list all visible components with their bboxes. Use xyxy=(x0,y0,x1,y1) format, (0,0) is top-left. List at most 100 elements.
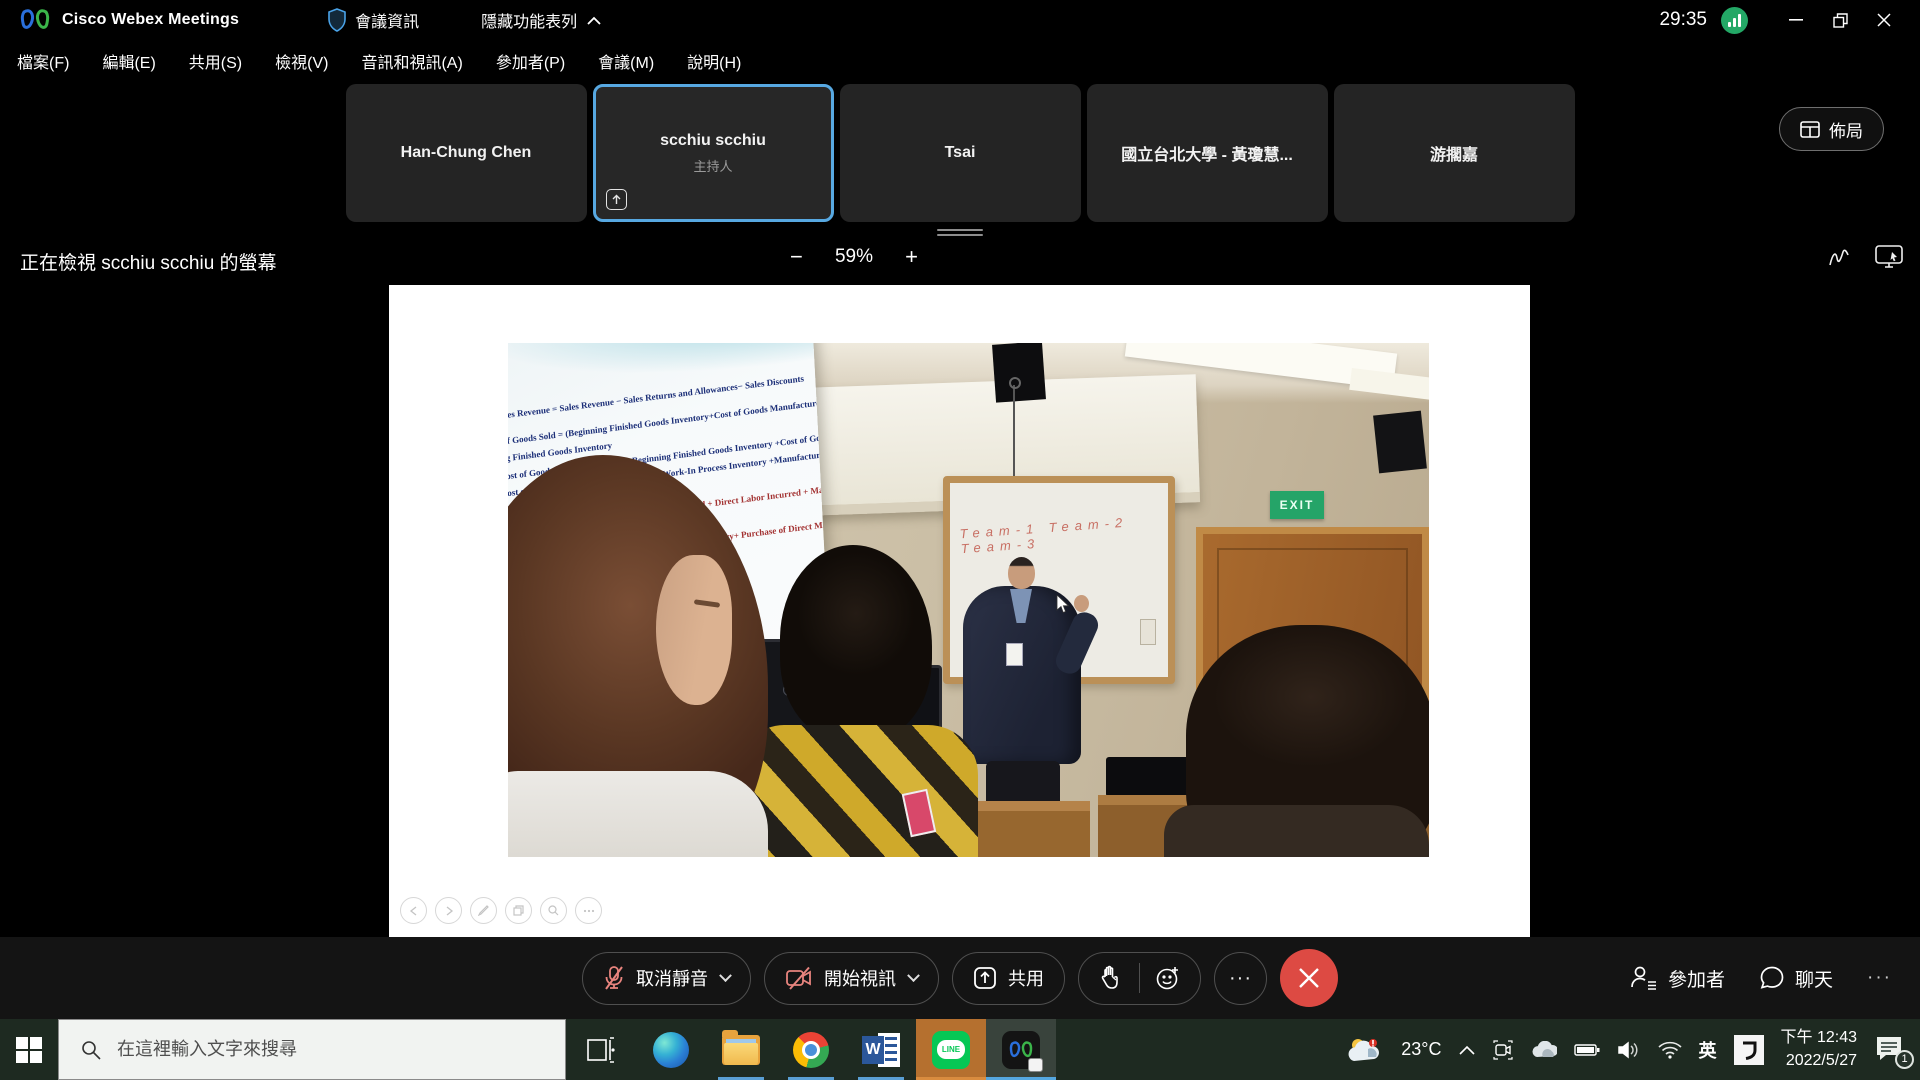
copy-button[interactable] xyxy=(505,897,532,924)
leave-meeting-button[interactable] xyxy=(1280,949,1338,1007)
taskbar-edge[interactable] xyxy=(636,1019,706,1080)
chat-label: 聊天 xyxy=(1795,965,1833,992)
taskbar-webex-active[interactable] xyxy=(986,1019,1056,1080)
search-input[interactable] xyxy=(117,1039,517,1060)
menu-help[interactable]: 說明(H) xyxy=(687,49,741,73)
share-status-row: 正在檢視 scchiu scchiu 的螢幕 − 59% + xyxy=(0,240,1920,282)
taskbar-chrome[interactable] xyxy=(776,1019,846,1080)
chevron-down-icon[interactable] xyxy=(719,969,732,982)
chat-panel-button[interactable]: 聊天 xyxy=(1759,965,1833,992)
menu-view[interactable]: 檢視(V) xyxy=(275,49,328,73)
taskbar-clock[interactable]: 下午 12:43 2022/5/27 xyxy=(1781,1027,1858,1072)
zoom-level[interactable]: 59% xyxy=(835,246,873,268)
participants-panel-button[interactable]: 參加者 xyxy=(1630,965,1725,992)
ime-language-label[interactable]: 英 xyxy=(1699,1037,1717,1063)
start-button[interactable] xyxy=(0,1019,58,1080)
presenter-badge xyxy=(1006,643,1023,666)
wall-switch xyxy=(1140,619,1156,645)
menu-edit[interactable]: 編輯(E) xyxy=(102,49,155,73)
minimize-button[interactable] xyxy=(1774,0,1818,40)
meeting-timer: 29:35 xyxy=(1659,9,1707,31)
weather-icon[interactable] xyxy=(1346,1035,1384,1065)
menu-file[interactable]: 檔案(F) xyxy=(17,49,69,73)
zoom-in-button[interactable]: + xyxy=(905,247,918,267)
sharing-indicator-icon xyxy=(606,189,627,210)
chevron-up-icon xyxy=(587,16,601,25)
participant-name: 游擱嘉 xyxy=(1430,141,1478,165)
notification-count-badge: 1 xyxy=(1895,1050,1914,1069)
annotate-icon[interactable] xyxy=(1826,244,1852,270)
audience-person-left-face xyxy=(656,555,732,705)
app-title: Cisco Webex Meetings xyxy=(62,11,239,29)
menu-meeting[interactable]: 會議(M) xyxy=(598,49,654,73)
audience-person-center-hair xyxy=(780,545,932,741)
menu-share[interactable]: 共用(S) xyxy=(189,49,242,73)
battery-icon[interactable] xyxy=(1574,1043,1600,1057)
restore-button[interactable] xyxy=(1818,0,1862,40)
taskbar-line[interactable]: LINE xyxy=(916,1019,986,1080)
system-tray: 23°C 英 xyxy=(1346,1027,1920,1072)
participant-tile[interactable]: Han-Chung Chen xyxy=(346,84,587,222)
speaker-icon[interactable] xyxy=(1617,1041,1641,1059)
audience-person-center-top xyxy=(740,725,978,857)
menu-participant[interactable]: 參加者(P) xyxy=(496,49,565,73)
layout-button[interactable]: 佈局 xyxy=(1779,107,1884,151)
chat-bubble-icon xyxy=(1759,965,1785,991)
webex-logo-icon xyxy=(20,8,50,32)
connection-quality-icon[interactable] xyxy=(1721,7,1748,34)
title-bar: Cisco Webex Meetings 會議資訊 隱藏功能表列 29:35 xyxy=(0,0,1920,40)
ime-mode-icon[interactable] xyxy=(1734,1035,1764,1065)
remote-screen-icon[interactable] xyxy=(1874,244,1904,270)
start-video-button[interactable]: 開始視訊 xyxy=(764,952,939,1005)
participant-tile-presenter[interactable]: scchiu scchiu 主持人 xyxy=(593,84,834,222)
task-view-icon xyxy=(586,1036,616,1064)
word-icon: W xyxy=(862,1033,900,1067)
participant-tile[interactable]: Tsai xyxy=(840,84,1081,222)
magnifier-button[interactable] xyxy=(540,897,567,924)
reactions-button[interactable] xyxy=(1140,953,1196,1004)
meeting-info-label[interactable]: 會議資訊 xyxy=(355,8,419,32)
viewing-screen-status: 正在檢視 scchiu scchiu 的螢幕 xyxy=(20,248,277,275)
share-label: 共用 xyxy=(1008,965,1044,991)
windows-taskbar: W LINE 23°C xyxy=(0,1019,1920,1080)
edge-icon xyxy=(653,1032,689,1068)
taskbar-file-explorer[interactable] xyxy=(706,1019,776,1080)
onedrive-icon[interactable] xyxy=(1531,1041,1557,1058)
close-button[interactable] xyxy=(1862,0,1906,40)
menu-audio-video[interactable]: 音訊和視訊(A) xyxy=(361,49,462,73)
audience-person-left-shoulder xyxy=(508,771,768,857)
more-panels-button[interactable]: ··· xyxy=(1867,967,1892,989)
exit-sign: EXIT xyxy=(1270,491,1324,519)
taskbar-word[interactable]: W xyxy=(846,1019,916,1080)
participant-tile[interactable]: 游擱嘉 xyxy=(1334,84,1575,222)
search-icon xyxy=(81,1040,101,1060)
start-video-label: 開始視訊 xyxy=(824,965,896,991)
participant-strip: Han-Chung Chen scchiu scchiu 主持人 Tsai 國立… xyxy=(0,84,1920,222)
more-tools-button[interactable] xyxy=(575,897,602,924)
line-icon: LINE xyxy=(932,1031,970,1069)
raise-hand-button[interactable] xyxy=(1083,953,1139,1004)
wifi-icon[interactable] xyxy=(1658,1041,1682,1059)
share-button[interactable]: 共用 xyxy=(952,952,1065,1005)
next-photo-button[interactable] xyxy=(435,897,462,924)
action-center-button[interactable]: 1 xyxy=(1874,1035,1908,1065)
chevron-down-icon[interactable] xyxy=(907,969,920,982)
more-options-button[interactable]: ··· xyxy=(1214,952,1267,1005)
hide-menubar-toggle[interactable]: 隱藏功能表列 xyxy=(481,8,601,32)
taskbar-search[interactable] xyxy=(58,1019,566,1080)
unmute-button[interactable]: 取消靜音 xyxy=(582,952,751,1005)
zoom-out-button[interactable]: − xyxy=(790,247,803,267)
previous-photo-button[interactable] xyxy=(400,897,427,924)
tray-chevron-up-icon[interactable] xyxy=(1459,1045,1475,1055)
edit-pen-button[interactable] xyxy=(470,897,497,924)
temperature-label[interactable]: 23°C xyxy=(1401,1039,1441,1060)
camera-in-use-icon[interactable] xyxy=(1492,1039,1514,1061)
task-view-button[interactable] xyxy=(566,1019,636,1080)
strip-drag-handle[interactable] xyxy=(937,226,983,239)
participants-icon xyxy=(1630,965,1658,991)
participant-tile[interactable]: 國立台北大學 - 黃瓊慧... xyxy=(1087,84,1328,222)
zoom-controls: − 59% + xyxy=(790,246,918,268)
meeting-info-shield-icon[interactable] xyxy=(327,8,347,32)
file-explorer-icon xyxy=(722,1035,760,1065)
shared-photo: Sales Revenue = Sales Revenue − Sales Re… xyxy=(508,343,1429,857)
